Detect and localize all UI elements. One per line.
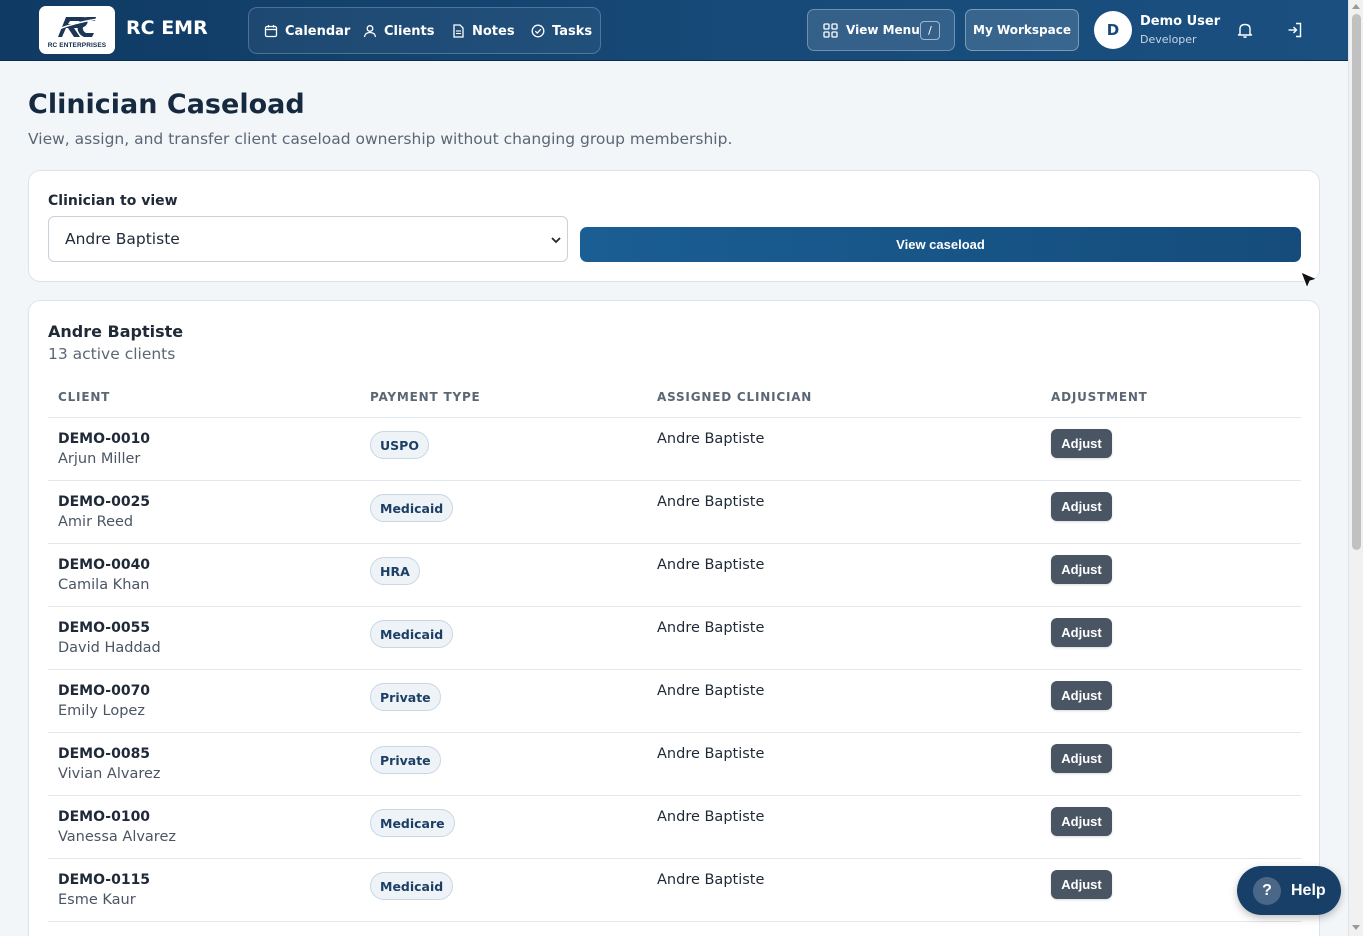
user-avatar[interactable]: D	[1094, 11, 1132, 49]
payment-type-badge: Medicaid	[370, 494, 454, 522]
payment-type-badge: Medicare	[370, 809, 455, 837]
app-title: RC EMR	[126, 17, 208, 39]
adjust-button[interactable]: Adjust	[1051, 681, 1112, 710]
column-header-assigned-clinician: ASSIGNED CLINICIAN	[657, 390, 813, 404]
user-role: Developer	[1140, 33, 1197, 46]
grid-icon	[823, 22, 838, 38]
adjust-button[interactable]: Adjust	[1051, 618, 1112, 647]
rc-logo-icon	[53, 17, 99, 37]
caseload-card: Andre Baptiste 13 active clients CLIENT …	[28, 300, 1320, 936]
user-icon	[363, 25, 377, 38]
client-name: Vivian Alvarez	[58, 766, 161, 782]
payment-type-badge: Medicaid	[370, 872, 454, 900]
payment-type-badge: Medicaid	[370, 620, 454, 648]
adjust-button[interactable]: Adjust	[1051, 492, 1112, 521]
payment-type-badge: Private	[370, 683, 441, 711]
help-label: Help	[1291, 881, 1326, 899]
client-name: Camila Khan	[58, 577, 150, 593]
calendar-icon	[264, 25, 278, 38]
user-name: Demo User	[1140, 14, 1221, 29]
client-id: DEMO-0085	[58, 746, 151, 762]
question-icon: ?	[1253, 876, 1281, 905]
nav-clients-label: Clients	[384, 23, 435, 39]
client-id: DEMO-0010	[58, 431, 151, 447]
client-name: Emily Lopez	[58, 703, 145, 719]
keyboard-shortcut-badge: /	[920, 21, 940, 40]
table-row: DEMO-0100 Vanessa Alvarez Medicare Andre Ba…	[48, 796, 1301, 859]
client-name: Amir Reed	[58, 514, 134, 530]
adjust-button[interactable]: Adjust	[1051, 744, 1112, 773]
assigned-clinician: Andre Baptiste	[657, 620, 765, 636]
client-id: DEMO-0055	[58, 620, 151, 636]
column-header-adjustment: ADJUSTMENT	[1051, 390, 1148, 404]
page-title: Clinician Caseload	[28, 89, 305, 120]
nav-calendar[interactable]: Calendar	[264, 22, 350, 40]
document-icon	[453, 24, 464, 38]
payment-type-badge: HRA	[370, 557, 420, 585]
table-row: DEMO-0115 Esme Kaur Medicaid Andre Baptiste…	[48, 859, 1301, 922]
adjust-button[interactable]: Adjust	[1051, 555, 1112, 584]
view-menu-button[interactable]: View Menu /	[807, 9, 955, 51]
client-id: DEMO-0070	[58, 683, 151, 699]
assigned-clinician: Andre Baptiste	[657, 809, 765, 825]
mouse-cursor-icon	[1300, 271, 1319, 290]
scroll-down-arrow-icon[interactable]	[1352, 925, 1360, 930]
client-id: DEMO-0040	[58, 557, 151, 573]
client-name: David Haddad	[58, 640, 161, 656]
logo-wordmark: RC ENTERPRISES	[47, 42, 107, 49]
client-name: Arjun Miller	[58, 451, 141, 467]
clinician-select-label: Clinician to view	[48, 193, 178, 209]
client-name: Esme Kaur	[58, 892, 136, 908]
assigned-clinician: Andre Baptiste	[657, 494, 765, 510]
adjust-button[interactable]: Adjust	[1051, 870, 1112, 899]
my-workspace-button[interactable]: My Workspace	[965, 9, 1079, 51]
nav-notes-label: Notes	[472, 23, 515, 39]
nav-clients[interactable]: Clients	[363, 22, 434, 40]
caseload-count: 13 active clients	[48, 345, 176, 363]
client-id: DEMO-0025	[58, 494, 151, 510]
table-row: DEMO-0010 Arjun Miller USPO Andre Baptiste A…	[48, 418, 1301, 481]
main-nav: Calendar Clients Notes Tasks	[248, 7, 601, 54]
column-header-client: CLIENT	[58, 390, 111, 404]
payment-type-badge: Private	[370, 746, 441, 774]
assigned-clinician: Andre Baptiste	[657, 872, 765, 888]
scroll-up-arrow-icon[interactable]	[1352, 4, 1360, 9]
clinician-selector-card: Clinician to view Andre Baptiste View ca…	[28, 170, 1320, 282]
nav-tasks[interactable]: Tasks	[531, 22, 592, 40]
nav-calendar-label: Calendar	[285, 23, 351, 39]
client-id: DEMO-0100	[58, 809, 151, 825]
client-id: DEMO-0115	[58, 872, 151, 888]
caseload-clinician-name: Andre Baptiste	[48, 322, 184, 341]
table-row: DEMO-0055 David Haddad Medicaid Andre Bapti…	[48, 607, 1301, 670]
nav-tasks-label: Tasks	[552, 23, 593, 39]
bell-icon[interactable]	[1236, 21, 1254, 39]
payment-type-badge: USPO	[370, 431, 429, 459]
nav-notes[interactable]: Notes	[451, 22, 515, 40]
chevron-down-icon	[551, 237, 561, 244]
top-navigation-bar: RC ENTERPRISES RC EMR Calendar Clients N…	[0, 0, 1348, 61]
page-scrollbar[interactable]	[1348, 0, 1363, 936]
scroll-thumb[interactable]	[1352, 14, 1361, 550]
table-row: DEMO-0040 Camila Khan HRA Andre Baptiste Adj…	[48, 544, 1301, 607]
table-row: DEMO-0070 Emily Lopez Private Andre Baptist…	[48, 670, 1301, 733]
adjust-button[interactable]: Adjust	[1051, 429, 1112, 458]
logout-icon[interactable]	[1286, 21, 1304, 39]
clinician-select[interactable]: Andre Baptiste	[48, 216, 568, 262]
clinician-select-value: Andre Baptiste	[65, 230, 180, 248]
client-name: Vanessa Alvarez	[58, 829, 176, 845]
assigned-clinician: Andre Baptiste	[657, 557, 765, 573]
assigned-clinician: Andre Baptiste	[657, 683, 765, 699]
adjust-button[interactable]: Adjust	[1051, 807, 1112, 836]
table-row: DEMO-0085 Vivian Alvarez Private Andre Bapt…	[48, 733, 1301, 796]
assigned-clinician: Andre Baptiste	[657, 746, 765, 762]
help-button[interactable]: ? Help	[1237, 866, 1341, 915]
view-caseload-button[interactable]: View caseload	[580, 227, 1301, 262]
company-logo[interactable]: RC ENTERPRISES	[39, 6, 115, 54]
column-header-payment-type: PAYMENT TYPE	[370, 390, 481, 404]
page-subtitle: View, assign, and transfer client caselo…	[28, 130, 733, 148]
check-circle-icon	[531, 24, 545, 38]
table-row: DEMO-0025 Amir Reed Medicaid Andre Baptiste…	[48, 481, 1301, 544]
assigned-clinician: Andre Baptiste	[657, 431, 765, 447]
view-menu-label: View Menu	[846, 23, 920, 37]
